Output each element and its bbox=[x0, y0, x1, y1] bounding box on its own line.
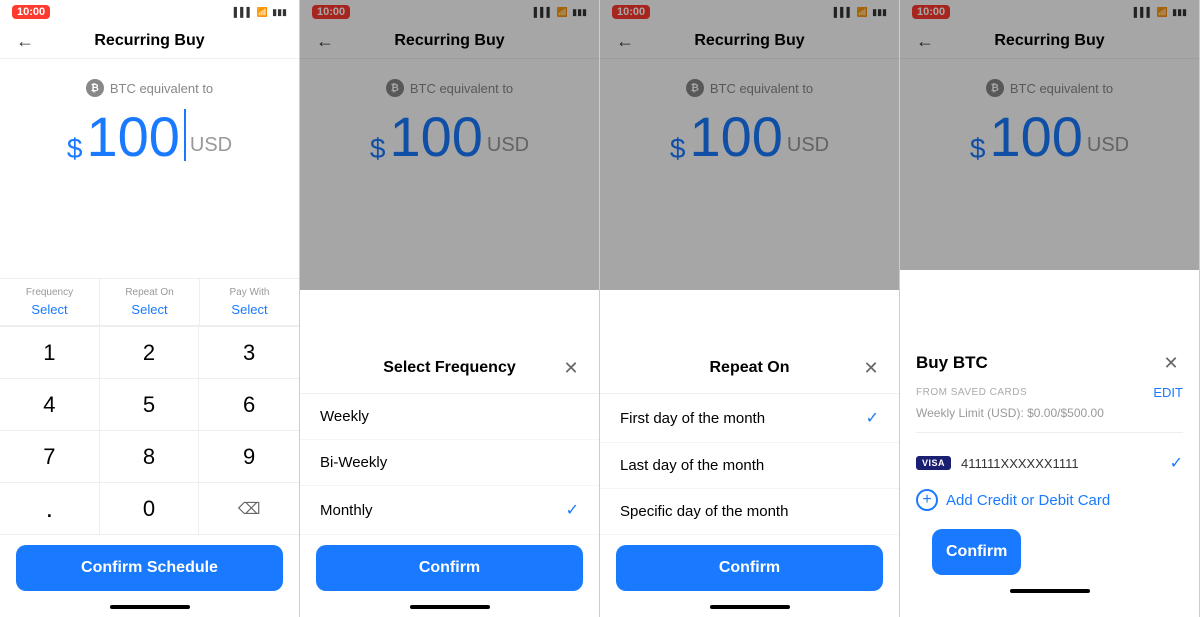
biweekly-label: Bi-Weekly bbox=[320, 454, 387, 471]
amount-number-1: 100 bbox=[86, 109, 179, 165]
weekly-label: Weekly bbox=[320, 408, 369, 425]
confirm-button-4[interactable]: Confirm bbox=[932, 529, 1021, 575]
key-7[interactable]: 7 bbox=[0, 431, 100, 483]
paywith-selector-1[interactable]: Pay With Select bbox=[200, 279, 299, 325]
dim-overlay-2 bbox=[300, 0, 599, 290]
key-2[interactable]: 2 bbox=[100, 327, 200, 379]
home-indicator-3 bbox=[710, 605, 790, 609]
signal-icon: ▌▌▌ bbox=[234, 7, 253, 17]
key-delete[interactable]: ⌫ bbox=[199, 483, 299, 535]
key-5[interactable]: 5 bbox=[100, 379, 200, 431]
card-info: VISA 411111XXXXXX1111 bbox=[916, 456, 1079, 471]
add-card-icon: + bbox=[916, 489, 938, 511]
repeaton-selector-1[interactable]: Repeat On Select bbox=[100, 279, 200, 325]
status-icons-1: ▌▌▌ 📶 ▮▮▮ bbox=[234, 7, 287, 18]
screen-2: 10:00 ▌▌▌ 📶 ▮▮▮ ← Recurring Buy ₿ BTC eq… bbox=[300, 0, 600, 617]
saved-cards-row: FROM SAVED CARDS EDIT bbox=[916, 385, 1183, 400]
repeaton-label-1: Repeat On bbox=[125, 287, 173, 298]
screen-3: 10:00 ▌▌▌ 📶 ▮▮▮ ← Recurring Buy ₿ BTC eq… bbox=[600, 0, 900, 617]
key-6[interactable]: 6 bbox=[199, 379, 299, 431]
card-check-icon: ✓ bbox=[1170, 453, 1183, 473]
amount-usd-1: USD bbox=[190, 134, 232, 157]
buy-modal-title: Buy BTC bbox=[916, 353, 988, 373]
amount-display-1: $ 100 USD bbox=[67, 109, 232, 165]
paywith-label-1: Pay With bbox=[229, 287, 269, 298]
edit-button[interactable]: EDIT bbox=[1153, 385, 1183, 400]
first-day-label: First day of the month bbox=[620, 410, 765, 427]
cursor-1 bbox=[184, 109, 186, 161]
buy-btc-modal: Buy BTC ✕ FROM SAVED CARDS EDIT Weekly L… bbox=[900, 337, 1199, 617]
frequency-label-1: Frequency bbox=[26, 287, 73, 298]
weekly-limit: Weekly Limit (USD): $0.00/$500.00 bbox=[916, 406, 1183, 420]
add-card-row[interactable]: + Add Credit or Debit Card bbox=[916, 481, 1183, 519]
key-1[interactable]: 1 bbox=[0, 327, 100, 379]
confirm-schedule-button-1[interactable]: Confirm Schedule bbox=[16, 545, 283, 591]
screen-1: 10:00 ▌▌▌ 📶 ▮▮▮ ← Recurring Buy ₿ BTC eq… bbox=[0, 0, 300, 617]
card-row[interactable]: VISA 411111XXXXXX1111 ✓ bbox=[916, 445, 1183, 481]
status-bar-1: 10:00 ▌▌▌ 📶 ▮▮▮ bbox=[0, 0, 299, 24]
screen-4: 10:00 ▌▌▌ 📶 ▮▮▮ ← Recurring Buy ₿ BTC eq… bbox=[900, 0, 1200, 617]
repeat-on-modal: Repeat On ✕ First day of the month ✓ Las… bbox=[600, 343, 899, 617]
confirm-button-2[interactable]: Confirm bbox=[316, 545, 583, 591]
repeat-on-list: First day of the month ✓ Last day of the… bbox=[600, 394, 899, 535]
list-item-biweekly[interactable]: Bi-Weekly bbox=[300, 440, 599, 486]
key-3[interactable]: 3 bbox=[199, 327, 299, 379]
last-day-label: Last day of the month bbox=[620, 457, 764, 474]
back-button-1[interactable]: ← bbox=[16, 31, 34, 52]
amount-section-1: ₿ BTC equivalent to $ 100 USD bbox=[0, 59, 299, 278]
modal-header-3: Repeat On ✕ bbox=[600, 343, 899, 394]
frequency-list: Weekly Bi-Weekly Monthly ✓ bbox=[300, 394, 599, 535]
card-number: 411111XXXXXX1111 bbox=[961, 456, 1079, 471]
btc-icon-1: ₿ bbox=[86, 79, 104, 97]
home-indicator-2 bbox=[410, 605, 490, 609]
confirm-button-3[interactable]: Confirm bbox=[616, 545, 883, 591]
select-frequency-modal: Select Frequency ✕ Weekly Bi-Weekly Mont… bbox=[300, 343, 599, 617]
first-day-check-icon: ✓ bbox=[866, 408, 879, 428]
divider-1 bbox=[916, 432, 1183, 433]
key-0[interactable]: 0 bbox=[100, 483, 200, 535]
specific-day-label: Specific day of the month bbox=[620, 503, 788, 520]
screen-content-1: ₿ BTC equivalent to $ 100 USD Frequency … bbox=[0, 59, 299, 617]
close-icon-4[interactable]: ✕ bbox=[1159, 351, 1183, 375]
list-item-weekly[interactable]: Weekly bbox=[300, 394, 599, 440]
add-card-label: Add Credit or Debit Card bbox=[946, 492, 1110, 509]
modal-title-3: Repeat On bbox=[709, 359, 789, 377]
close-icon-3[interactable]: ✕ bbox=[859, 356, 883, 380]
monthly-label: Monthly bbox=[320, 502, 373, 519]
btc-label-1: ₿ BTC equivalent to bbox=[86, 79, 213, 97]
modal-title-2: Select Frequency bbox=[383, 359, 516, 377]
key-dot[interactable]: . bbox=[0, 483, 100, 535]
saved-cards-label: FROM SAVED CARDS bbox=[916, 387, 1027, 398]
key-9[interactable]: 9 bbox=[199, 431, 299, 483]
list-item-specific-day[interactable]: Specific day of the month bbox=[600, 489, 899, 535]
page-title-1: Recurring Buy bbox=[94, 32, 204, 50]
visa-badge: VISA bbox=[916, 456, 951, 470]
dim-overlay-3 bbox=[600, 0, 899, 290]
battery-icon: ▮▮▮ bbox=[272, 7, 287, 18]
modal-header-2: Select Frequency ✕ bbox=[300, 343, 599, 394]
monthly-check-icon: ✓ bbox=[566, 500, 579, 520]
home-indicator-4 bbox=[1010, 589, 1090, 593]
wifi-icon: 📶 bbox=[257, 7, 268, 18]
list-item-monthly[interactable]: Monthly ✓ bbox=[300, 486, 599, 535]
paywith-value-1: Select bbox=[231, 302, 267, 317]
keypad-1: 1 2 3 4 5 6 7 8 9 . 0 ⌫ bbox=[0, 326, 299, 535]
frequency-selector-1[interactable]: Frequency Select bbox=[0, 279, 100, 325]
nav-header-1: ← Recurring Buy bbox=[0, 24, 299, 59]
selector-row-1: Frequency Select Repeat On Select Pay Wi… bbox=[0, 278, 299, 326]
close-icon-2[interactable]: ✕ bbox=[559, 356, 583, 380]
home-indicator-1 bbox=[110, 605, 190, 609]
key-4[interactable]: 4 bbox=[0, 379, 100, 431]
dim-overlay-4 bbox=[900, 0, 1199, 270]
repeaton-value-1: Select bbox=[131, 302, 167, 317]
status-time-1: 10:00 bbox=[12, 5, 50, 19]
list-item-first-day[interactable]: First day of the month ✓ bbox=[600, 394, 899, 443]
list-item-last-day[interactable]: Last day of the month bbox=[600, 443, 899, 489]
buy-modal-header: Buy BTC ✕ bbox=[916, 353, 1183, 373]
frequency-value-1: Select bbox=[31, 302, 67, 317]
key-8[interactable]: 8 bbox=[100, 431, 200, 483]
amount-dollar-1: $ bbox=[67, 133, 83, 165]
btc-label-text-1: BTC equivalent to bbox=[110, 81, 213, 96]
